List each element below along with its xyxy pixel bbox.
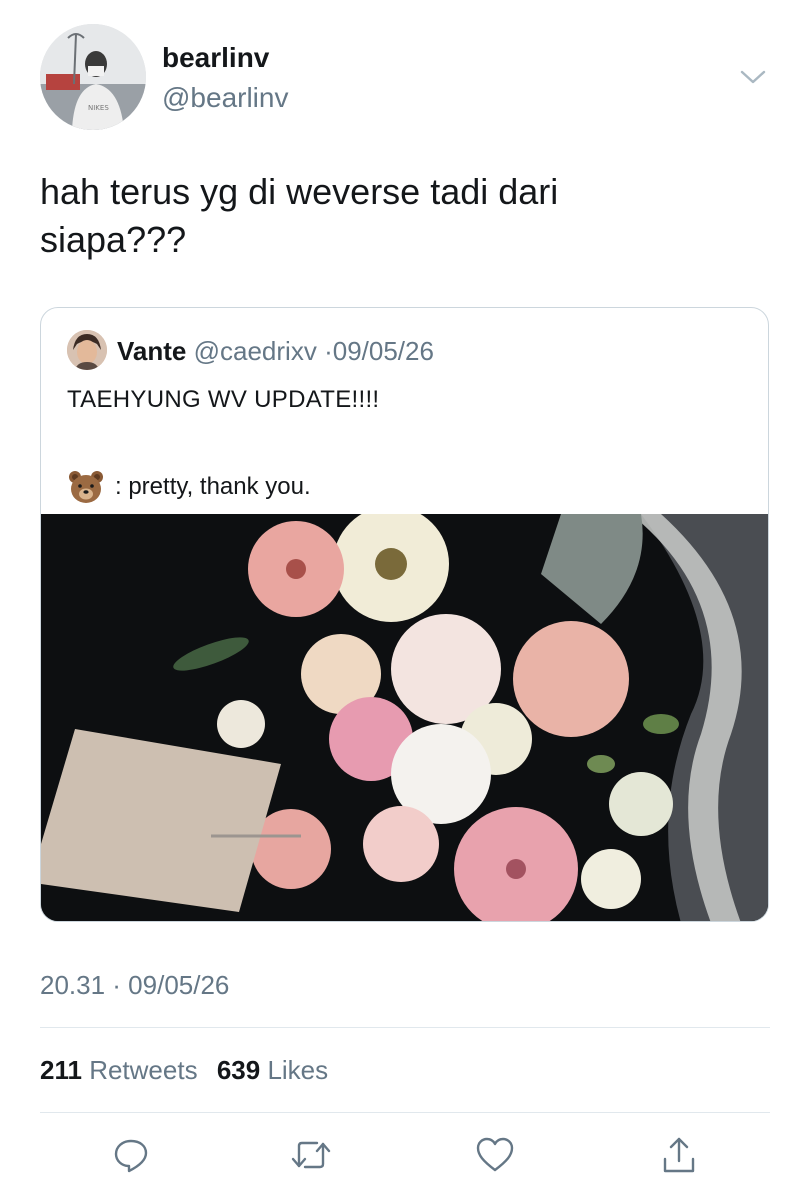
retweets-count[interactable]: 211 [40,1055,82,1085]
heart-icon [476,1137,514,1172]
retweet-button[interactable] [286,1130,336,1180]
bear-emoji-icon [67,468,105,506]
tweet-text: hah terus yg di weverse tadi dari siapa?… [40,168,770,264]
display-name[interactable]: bearlinv [162,42,269,74]
quote-handle: @caedrixv [193,336,317,366]
like-button[interactable] [470,1130,520,1180]
quoted-tweet[interactable]: Vante @caedrixv ·09/05/26 TAEHYUNG WV UP… [40,307,769,922]
quote-avatar [67,330,107,370]
reply-icon [114,1139,148,1173]
tweet-text-line: hah terus yg di weverse tadi dari [40,171,559,212]
quote-meta: Vante @caedrixv ·09/05/26 [117,336,434,367]
likes-label[interactable]: Likes [267,1055,328,1085]
quote-photo[interactable] [41,506,768,921]
chevron-down-icon[interactable] [736,64,770,90]
divider [40,1027,770,1028]
tweet-header: NIKES bearlinv @bearlinv [40,24,770,134]
quote-date: 09/05/26 [332,336,434,366]
retweets-label[interactable]: Retweets [89,1055,197,1085]
avatar[interactable]: NIKES [40,24,146,130]
tweet-stats: 211 Retweets 639 Likes [40,1055,340,1086]
divider [40,1112,770,1113]
retweet-icon [291,1141,331,1169]
quote-text: : pretty, thank you. [115,473,311,500]
quote-display-name: Vante [117,336,187,366]
tweet-text-line: siapa??? [40,219,187,260]
quote-text-line: TAEHYUNG WV UPDATE!!!! [67,386,380,413]
quote-separator: · [324,336,333,366]
share-button[interactable] [654,1130,704,1180]
user-handle[interactable]: @bearlinv [162,82,288,114]
action-bar [40,1130,770,1180]
quote-text-line: : pretty, thank you. [67,468,311,506]
reply-button[interactable] [106,1130,156,1180]
svg-text:NIKES: NIKES [88,104,109,112]
likes-count[interactable]: 639 [217,1055,260,1085]
share-icon [663,1137,695,1173]
tweet-timestamp[interactable]: 20.31 · 09/05/26 [40,970,229,1001]
